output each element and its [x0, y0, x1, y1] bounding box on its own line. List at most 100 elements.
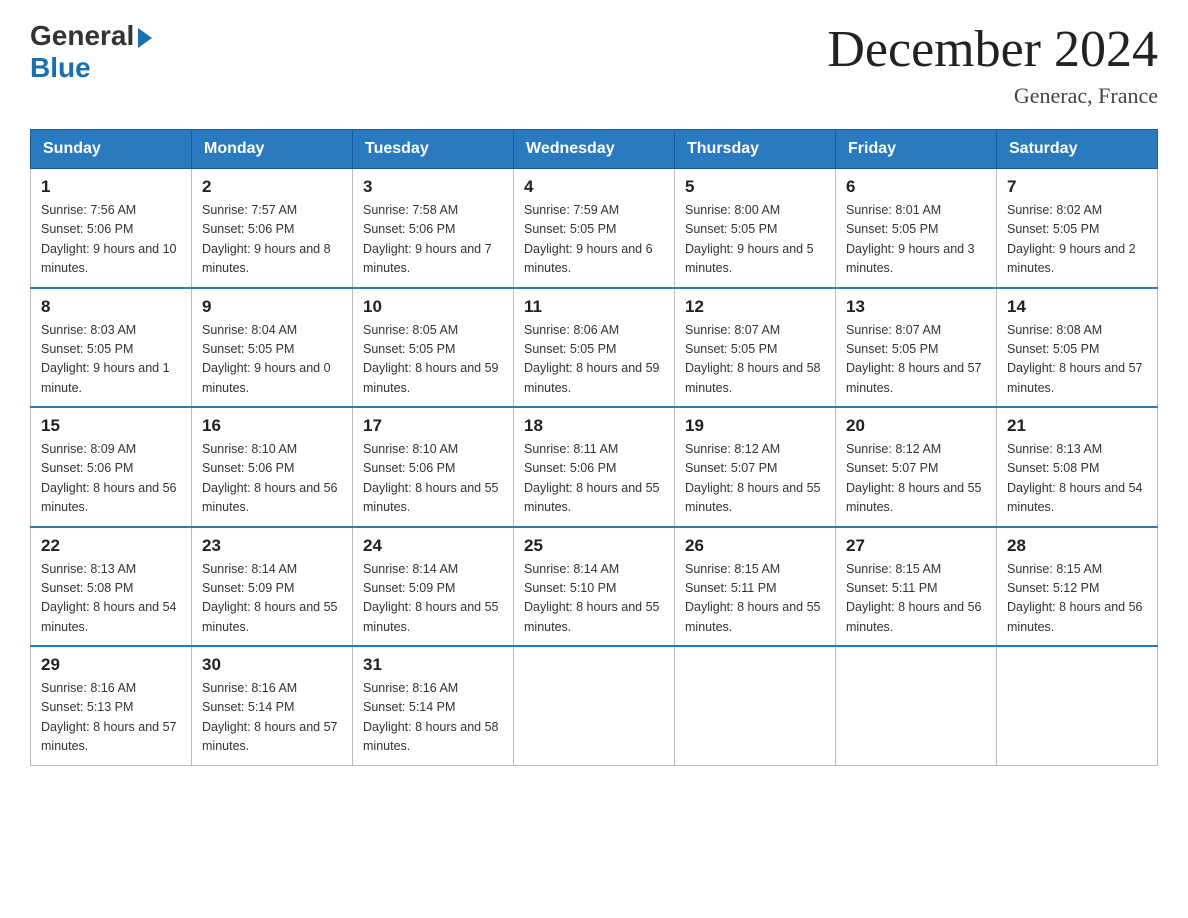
- day-info: Sunrise: 8:00 AM Sunset: 5:05 PM Dayligh…: [685, 201, 825, 279]
- day-info: Sunrise: 8:06 AM Sunset: 5:05 PM Dayligh…: [524, 321, 664, 399]
- day-number: 23: [202, 536, 342, 556]
- calendar-title: December 2024: [827, 20, 1158, 79]
- header-cell-friday: Friday: [836, 130, 997, 169]
- day-number: 18: [524, 416, 664, 436]
- day-cell: 15 Sunrise: 8:09 AM Sunset: 5:06 PM Dayl…: [31, 407, 192, 527]
- day-cell: 24 Sunrise: 8:14 AM Sunset: 5:09 PM Dayl…: [353, 527, 514, 647]
- day-cell: 8 Sunrise: 8:03 AM Sunset: 5:05 PM Dayli…: [31, 288, 192, 408]
- day-info: Sunrise: 8:02 AM Sunset: 5:05 PM Dayligh…: [1007, 201, 1147, 279]
- day-info: Sunrise: 8:11 AM Sunset: 5:06 PM Dayligh…: [524, 440, 664, 518]
- day-cell: 22 Sunrise: 8:13 AM Sunset: 5:08 PM Dayl…: [31, 527, 192, 647]
- day-number: 20: [846, 416, 986, 436]
- day-cell: 1 Sunrise: 7:56 AM Sunset: 5:06 PM Dayli…: [31, 169, 192, 288]
- day-info: Sunrise: 8:12 AM Sunset: 5:07 PM Dayligh…: [685, 440, 825, 518]
- day-info: Sunrise: 7:57 AM Sunset: 5:06 PM Dayligh…: [202, 201, 342, 279]
- day-number: 1: [41, 177, 181, 197]
- day-info: Sunrise: 8:15 AM Sunset: 5:12 PM Dayligh…: [1007, 560, 1147, 638]
- header-cell-tuesday: Tuesday: [353, 130, 514, 169]
- day-info: Sunrise: 7:56 AM Sunset: 5:06 PM Dayligh…: [41, 201, 181, 279]
- day-number: 19: [685, 416, 825, 436]
- day-number: 31: [363, 655, 503, 675]
- day-info: Sunrise: 8:04 AM Sunset: 5:05 PM Dayligh…: [202, 321, 342, 399]
- day-number: 30: [202, 655, 342, 675]
- day-number: 25: [524, 536, 664, 556]
- day-info: Sunrise: 8:08 AM Sunset: 5:05 PM Dayligh…: [1007, 321, 1147, 399]
- day-number: 16: [202, 416, 342, 436]
- calendar-table: SundayMondayTuesdayWednesdayThursdayFrid…: [30, 129, 1158, 766]
- day-cell: 4 Sunrise: 7:59 AM Sunset: 5:05 PM Dayli…: [514, 169, 675, 288]
- day-cell: 30 Sunrise: 8:16 AM Sunset: 5:14 PM Dayl…: [192, 646, 353, 765]
- day-number: 24: [363, 536, 503, 556]
- week-row-1: 1 Sunrise: 7:56 AM Sunset: 5:06 PM Dayli…: [31, 169, 1158, 288]
- day-number: 13: [846, 297, 986, 317]
- day-info: Sunrise: 8:09 AM Sunset: 5:06 PM Dayligh…: [41, 440, 181, 518]
- day-cell: 9 Sunrise: 8:04 AM Sunset: 5:05 PM Dayli…: [192, 288, 353, 408]
- day-number: 2: [202, 177, 342, 197]
- day-cell: 17 Sunrise: 8:10 AM Sunset: 5:06 PM Dayl…: [353, 407, 514, 527]
- day-info: Sunrise: 8:05 AM Sunset: 5:05 PM Dayligh…: [363, 321, 503, 399]
- day-number: 10: [363, 297, 503, 317]
- header-cell-monday: Monday: [192, 130, 353, 169]
- day-info: Sunrise: 7:58 AM Sunset: 5:06 PM Dayligh…: [363, 201, 503, 279]
- header-row: SundayMondayTuesdayWednesdayThursdayFrid…: [31, 130, 1158, 169]
- day-info: Sunrise: 8:16 AM Sunset: 5:14 PM Dayligh…: [363, 679, 503, 757]
- day-cell: 21 Sunrise: 8:13 AM Sunset: 5:08 PM Dayl…: [997, 407, 1158, 527]
- day-cell: [836, 646, 997, 765]
- calendar-subtitle: Generac, France: [827, 83, 1158, 109]
- day-number: 6: [846, 177, 986, 197]
- day-number: 22: [41, 536, 181, 556]
- day-cell: [997, 646, 1158, 765]
- day-info: Sunrise: 8:13 AM Sunset: 5:08 PM Dayligh…: [41, 560, 181, 638]
- logo-text-general: General: [30, 20, 134, 52]
- day-cell: 10 Sunrise: 8:05 AM Sunset: 5:05 PM Dayl…: [353, 288, 514, 408]
- day-cell: 26 Sunrise: 8:15 AM Sunset: 5:11 PM Dayl…: [675, 527, 836, 647]
- day-info: Sunrise: 8:01 AM Sunset: 5:05 PM Dayligh…: [846, 201, 986, 279]
- day-info: Sunrise: 8:14 AM Sunset: 5:10 PM Dayligh…: [524, 560, 664, 638]
- day-info: Sunrise: 8:15 AM Sunset: 5:11 PM Dayligh…: [685, 560, 825, 638]
- day-number: 11: [524, 297, 664, 317]
- day-cell: 6 Sunrise: 8:01 AM Sunset: 5:05 PM Dayli…: [836, 169, 997, 288]
- day-number: 29: [41, 655, 181, 675]
- day-info: Sunrise: 8:10 AM Sunset: 5:06 PM Dayligh…: [363, 440, 503, 518]
- day-number: 27: [846, 536, 986, 556]
- day-cell: 7 Sunrise: 8:02 AM Sunset: 5:05 PM Dayli…: [997, 169, 1158, 288]
- day-number: 14: [1007, 297, 1147, 317]
- day-cell: 28 Sunrise: 8:15 AM Sunset: 5:12 PM Dayl…: [997, 527, 1158, 647]
- day-number: 17: [363, 416, 503, 436]
- week-row-5: 29 Sunrise: 8:16 AM Sunset: 5:13 PM Dayl…: [31, 646, 1158, 765]
- day-info: Sunrise: 8:03 AM Sunset: 5:05 PM Dayligh…: [41, 321, 181, 399]
- day-number: 9: [202, 297, 342, 317]
- day-cell: 3 Sunrise: 7:58 AM Sunset: 5:06 PM Dayli…: [353, 169, 514, 288]
- day-cell: 20 Sunrise: 8:12 AM Sunset: 5:07 PM Dayl…: [836, 407, 997, 527]
- logo-arrow-icon: [138, 28, 152, 48]
- day-info: Sunrise: 8:07 AM Sunset: 5:05 PM Dayligh…: [685, 321, 825, 399]
- day-number: 3: [363, 177, 503, 197]
- day-cell: 13 Sunrise: 8:07 AM Sunset: 5:05 PM Dayl…: [836, 288, 997, 408]
- day-cell: 14 Sunrise: 8:08 AM Sunset: 5:05 PM Dayl…: [997, 288, 1158, 408]
- day-number: 4: [524, 177, 664, 197]
- day-number: 21: [1007, 416, 1147, 436]
- logo-text-blue: Blue: [30, 52, 152, 84]
- day-cell: 5 Sunrise: 8:00 AM Sunset: 5:05 PM Dayli…: [675, 169, 836, 288]
- day-number: 8: [41, 297, 181, 317]
- day-cell: 2 Sunrise: 7:57 AM Sunset: 5:06 PM Dayli…: [192, 169, 353, 288]
- day-cell: 11 Sunrise: 8:06 AM Sunset: 5:05 PM Dayl…: [514, 288, 675, 408]
- day-info: Sunrise: 7:59 AM Sunset: 5:05 PM Dayligh…: [524, 201, 664, 279]
- day-info: Sunrise: 8:16 AM Sunset: 5:14 PM Dayligh…: [202, 679, 342, 757]
- week-row-4: 22 Sunrise: 8:13 AM Sunset: 5:08 PM Dayl…: [31, 527, 1158, 647]
- week-row-2: 8 Sunrise: 8:03 AM Sunset: 5:05 PM Dayli…: [31, 288, 1158, 408]
- day-info: Sunrise: 8:07 AM Sunset: 5:05 PM Dayligh…: [846, 321, 986, 399]
- day-cell: 18 Sunrise: 8:11 AM Sunset: 5:06 PM Dayl…: [514, 407, 675, 527]
- day-cell: 29 Sunrise: 8:16 AM Sunset: 5:13 PM Dayl…: [31, 646, 192, 765]
- day-info: Sunrise: 8:12 AM Sunset: 5:07 PM Dayligh…: [846, 440, 986, 518]
- week-row-3: 15 Sunrise: 8:09 AM Sunset: 5:06 PM Dayl…: [31, 407, 1158, 527]
- day-cell: 16 Sunrise: 8:10 AM Sunset: 5:06 PM Dayl…: [192, 407, 353, 527]
- day-info: Sunrise: 8:14 AM Sunset: 5:09 PM Dayligh…: [363, 560, 503, 638]
- day-number: 12: [685, 297, 825, 317]
- header-cell-saturday: Saturday: [997, 130, 1158, 169]
- header-cell-wednesday: Wednesday: [514, 130, 675, 169]
- day-cell: 31 Sunrise: 8:16 AM Sunset: 5:14 PM Dayl…: [353, 646, 514, 765]
- logo: General Blue: [30, 20, 152, 84]
- day-info: Sunrise: 8:14 AM Sunset: 5:09 PM Dayligh…: [202, 560, 342, 638]
- day-cell: 19 Sunrise: 8:12 AM Sunset: 5:07 PM Dayl…: [675, 407, 836, 527]
